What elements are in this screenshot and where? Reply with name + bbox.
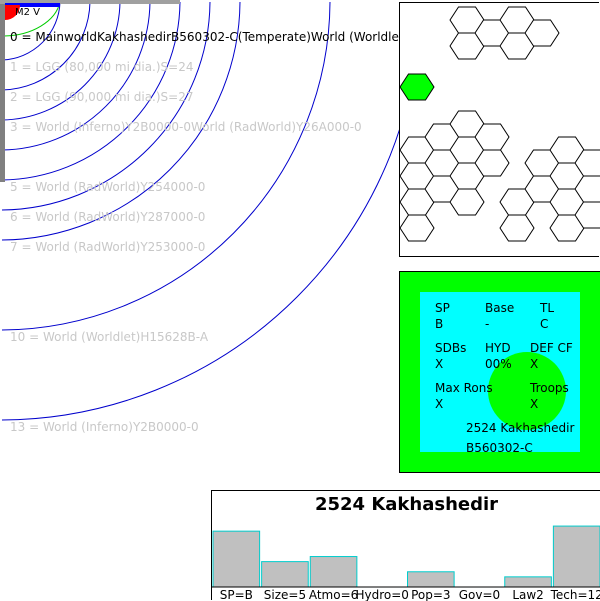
chart-bar [553, 526, 600, 587]
chart-tick-label: Tech=12 [550, 588, 600, 601]
chart-bar [408, 572, 455, 587]
chart-bar [262, 562, 309, 587]
orbit-ring [2, 2, 330, 330]
hex-selected[interactable] [400, 74, 434, 100]
defense-cell: DEF CF X [530, 340, 573, 372]
max-rons-value: X [435, 396, 493, 412]
starport-label: SP [435, 300, 450, 316]
defense-label: DEF CF [530, 340, 573, 356]
max-rons-label: Max Rons [435, 380, 493, 396]
star-spectral-label: M2 V [15, 7, 40, 19]
orbit-label[interactable]: 6 = World (RadWorld)Y287000-0 [10, 210, 205, 224]
world-name: 2524 Kakhashedir [466, 420, 574, 436]
world-info-panel: SP B Base - TL C SDBs X HYD 00% DEF CF X… [399, 271, 600, 473]
chart-tick-label: Law2 [512, 588, 544, 601]
hydrographics-value: 00% [485, 356, 512, 372]
starport-cell: SP B [435, 300, 450, 332]
chart-bar [310, 557, 357, 587]
orbit-label[interactable]: 2 = LGG (90,000 mi dia.)S=27 [10, 90, 193, 104]
starport-value: B [435, 316, 450, 332]
hex-cell[interactable] [500, 215, 534, 241]
hex-grid-map[interactable] [400, 3, 600, 258]
chart-tick-label: Atmo=6 [309, 588, 358, 601]
troops-cell: Troops X [530, 380, 569, 412]
troops-label: Troops [530, 380, 569, 396]
defense-value: X [530, 356, 573, 372]
uwp-bar-chart-panel: 2524 Kakhashedir SP=BSize=5Atmo=6Hydro=0… [211, 490, 600, 600]
chart-tick-label: Size=5 [264, 588, 306, 601]
base-cell: Base - [485, 300, 514, 332]
orbit-label[interactable]: 13 = World (Inferno)Y2B0000-0 [10, 420, 199, 434]
sdbs-cell: SDBs X [435, 340, 466, 372]
chart-tick-label: Pop=3 [411, 588, 450, 601]
uwp-bar-chart: SP=B Size=5Atmo=6Hydro=0Pop=3 Gov=0 Law2 Tec… [212, 491, 600, 601]
orbit-label[interactable]: 10 = World (Worldlet)H15628B-A [10, 330, 208, 344]
max-rons-cell: Max Rons X [435, 380, 493, 412]
hex-cell[interactable] [400, 215, 434, 241]
chart-tick-label: Hydro=0 [355, 588, 408, 601]
sdbs-value: X [435, 356, 466, 372]
troops-value: X [530, 396, 569, 412]
chart-tick-label: SP=B [220, 588, 253, 601]
hex-map-panel[interactable] [399, 2, 599, 257]
base-value: - [485, 316, 514, 332]
orbit-label[interactable]: 0 = MainworldKakhashedirB560302-C(Temper… [10, 30, 431, 44]
chart-tick-label: Gov=0 [459, 588, 500, 601]
orbit-label[interactable]: 5 = World (RadWorld)Y254000-0 [10, 180, 205, 194]
tech-level-cell: TL C [540, 300, 554, 332]
orbit-label[interactable]: 7 = World (RadWorld)Y253000-0 [10, 240, 205, 254]
chart-bar [505, 577, 552, 587]
tech-level-label: TL [540, 300, 554, 316]
tech-level-value: C [540, 316, 554, 332]
world-uwp: B560302-C [466, 440, 533, 456]
hydrographics-label: HYD [485, 340, 512, 356]
chart-bar [213, 531, 260, 587]
base-label: Base [485, 300, 514, 316]
left-border [0, 0, 5, 182]
orbit-label[interactable]: 1 = LGG (80,000 mi dia.)S=24 [10, 60, 193, 74]
world-info-inner: SP B Base - TL C SDBs X HYD 00% DEF CF X… [420, 292, 580, 452]
orbit-label[interactable]: 3 = World (Inferno)Y2B0000-0World (RadWo… [10, 120, 362, 134]
sdbs-label: SDBs [435, 340, 466, 356]
hydrographics-cell: HYD 00% [485, 340, 512, 372]
